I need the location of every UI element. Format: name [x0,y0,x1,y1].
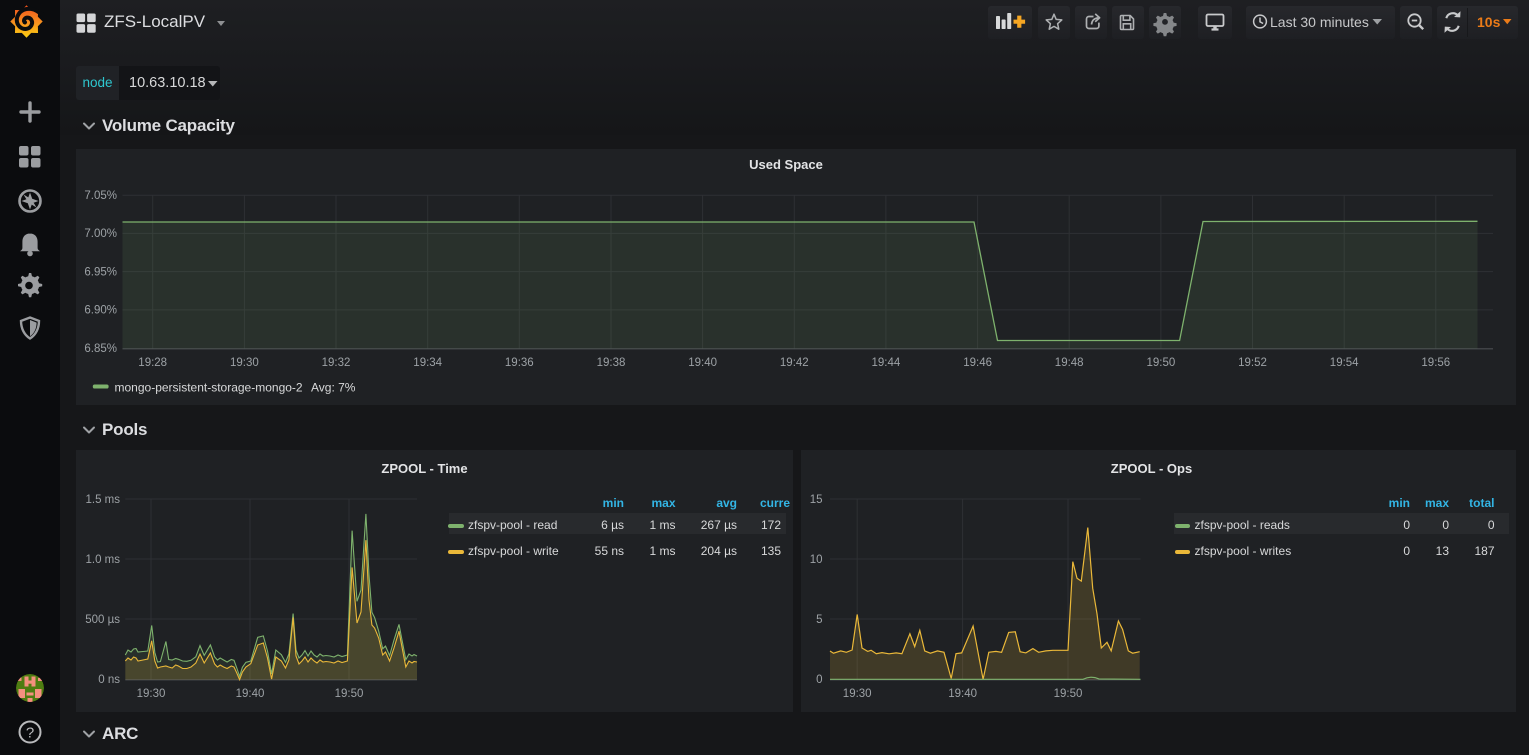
svg-text:?: ? [26,725,34,742]
